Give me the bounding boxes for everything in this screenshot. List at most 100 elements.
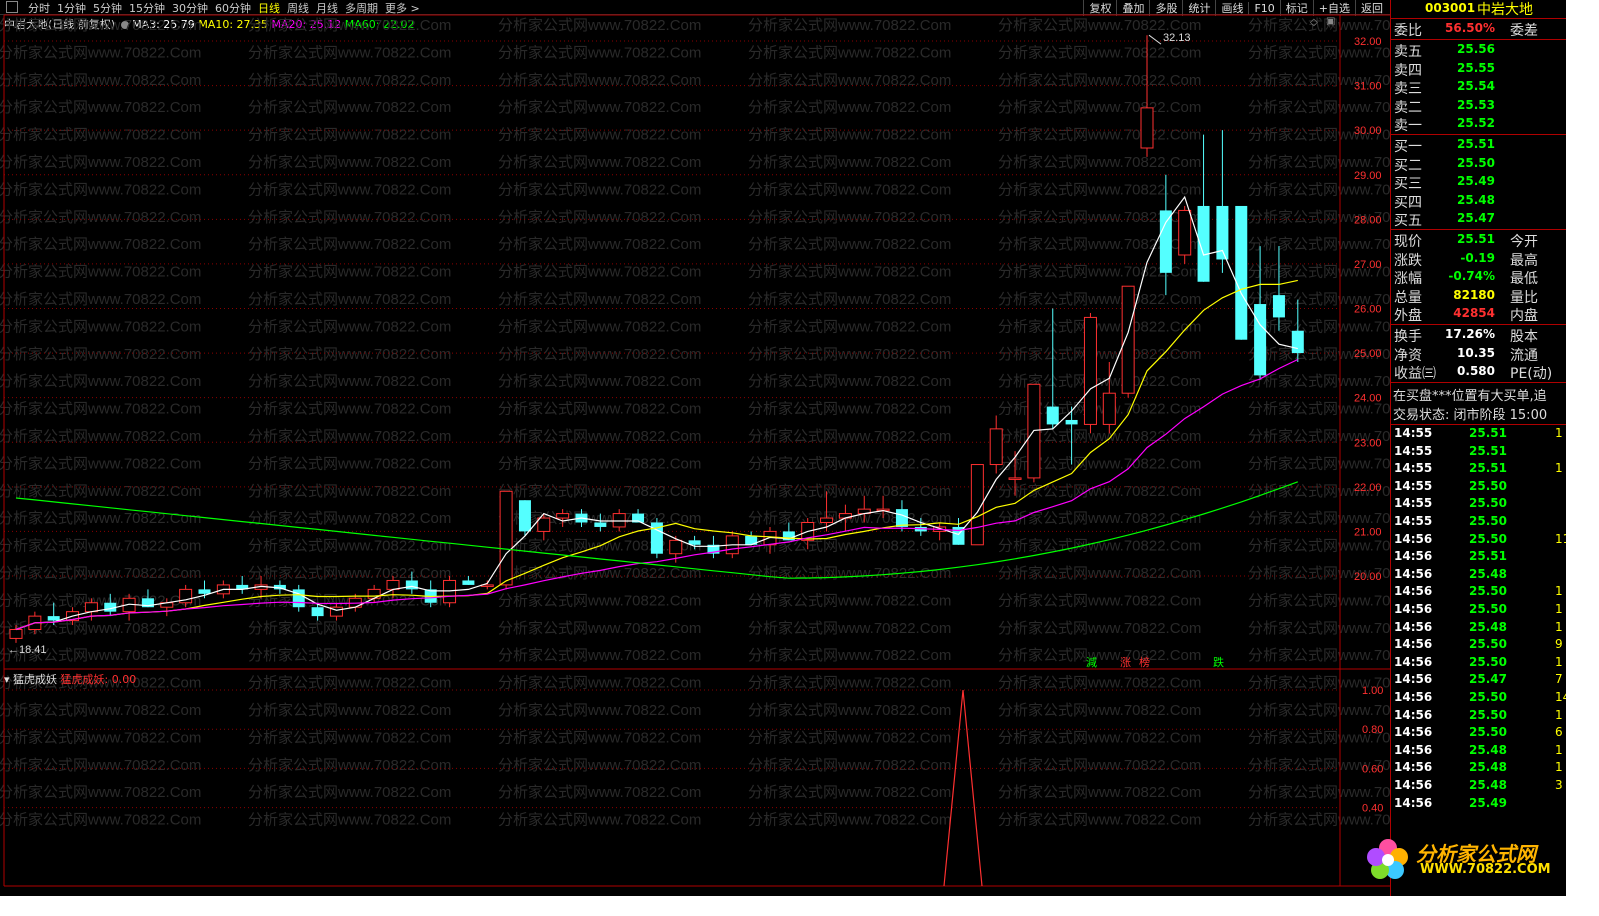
watermark-text: 分析家公式网www.70822.Com — [498, 181, 701, 198]
tick-row: 14:56 25.48 — [1391, 567, 1566, 585]
row-label: 卖四 — [1394, 62, 1422, 79]
watermark-text: 分析家公式网www.70822.Com — [748, 373, 951, 390]
row-value: 25.51 — [1457, 137, 1495, 151]
watermark-text: 分析家公式网www.70822.Com — [0, 373, 201, 390]
tick-time: 14:56 — [1394, 549, 1433, 564]
watermark-text: 分析家公式网www.70822.Com — [498, 565, 701, 582]
stock-name: 中岩大地 — [1477, 2, 1533, 18]
row-label-2: 股本 — [1510, 329, 1538, 345]
price-tick-label: 27.00 — [1354, 259, 1382, 271]
high-price-label: 32.13 — [1163, 32, 1191, 44]
row-label: 净资 — [1394, 347, 1422, 364]
price-tick-label: 26.00 — [1354, 304, 1382, 316]
candle-body — [895, 509, 908, 527]
watermark-text: 分析家公式网www.70822.Com — [248, 702, 451, 719]
watermark-text: 分析家公式网www.70822.Com — [498, 318, 701, 335]
stock-code: 003001 — [1425, 1, 1476, 15]
row-label-2: 今开 — [1510, 234, 1538, 250]
watermark-text: 分析家公式网www.70822.Com — [0, 318, 201, 335]
tick-row: 14:56 25.48 1 — [1391, 760, 1566, 778]
tick-price: 25.50 — [1469, 496, 1507, 511]
row-label-2: 流通 — [1510, 347, 1538, 364]
watermark-text: 分析家公式网www.70822.Com — [498, 127, 701, 144]
collapse-icon[interactable]: ▾ — [4, 673, 10, 686]
row-value: 82180 — [1453, 287, 1495, 302]
watermark-text: 分析家公式网www.70822.Com — [1248, 318, 1390, 335]
watermark-text: 分析家公式网www.70822.Com — [998, 346, 1201, 363]
tick-price: 25.48 — [1469, 619, 1507, 634]
tick-price: 25.51 — [1469, 443, 1507, 458]
row-value: 25.48 — [1457, 192, 1495, 207]
watermark-text: 分析家公式网www.70822.Com — [998, 592, 1201, 609]
tick-volume: 1 — [1555, 584, 1563, 599]
flower-logo-icon — [1367, 839, 1408, 879]
tick-price: 25.50 — [1469, 602, 1507, 616]
candlestick-chart[interactable]: 分析家公式网www.70822.Com 分析家公式网www.70822.Com 分析… — [0, 0, 1390, 896]
price-tick-label: 21.00 — [1354, 526, 1382, 538]
signal-marker: 榜 — [1139, 655, 1150, 669]
indicator-title: ▾ 猛虎成妖 猛虎成妖: 0.00 — [4, 671, 136, 687]
row-label: 涨幅 — [1394, 271, 1422, 288]
tick-volume: 6 — [1555, 725, 1563, 740]
watermark-text: 分析家公式网www.70822.Com — [248, 757, 451, 774]
watermark-text: 分析家公式网www.70822.Com — [498, 784, 701, 801]
candle-body — [9, 629, 23, 639]
tick-time: 14:55 — [1394, 496, 1433, 511]
watermark-text: 分析家公式网www.70822.Com — [1248, 592, 1390, 609]
watermark-text: 分析家公式网www.70822.Com — [0, 483, 201, 500]
row-value: 25.53 — [1457, 97, 1495, 112]
maximize-icon[interactable]: ▣ — [1326, 16, 1335, 27]
watermark-text: 分析家公式网www.70822.Com — [498, 291, 701, 308]
tick-row: 14:55 25.51 1 — [1391, 461, 1566, 479]
watermark-text: 分析家公式网www.70822.Com — [748, 812, 951, 829]
watermark-text: 分析家公式网www.70822.Com — [748, 729, 951, 746]
watermark-text: 分析家公式网www.70822.Com — [248, 483, 451, 500]
watermark-text: 分析家公式网www.70822.Com — [0, 99, 201, 116]
price-tick-label: 23.00 — [1354, 437, 1382, 449]
row-value: 25.52 — [1457, 116, 1495, 131]
watermark-text: 分析家公式网www.70822.Com — [998, 675, 1201, 692]
watermark-text: 分析家公式网www.70822.Com — [0, 455, 201, 472]
tick-row: 14:56 25.50 1 — [1391, 655, 1566, 673]
row-label: 买一 — [1394, 139, 1422, 155]
watermark-text: 分析家公式网www.70822.Com — [1248, 647, 1390, 664]
candle-body — [1102, 392, 1116, 425]
candle-body — [499, 490, 513, 586]
tick-row: 14:56 25.50 1 — [1391, 602, 1566, 620]
tick-time: 14:56 — [1394, 742, 1433, 757]
ask-row: 卖四 25.55 — [1391, 60, 1566, 79]
stat-row: 涨幅 -0.74% 最低 — [1391, 268, 1566, 288]
tick-row: 14:55 25.51 1 — [1391, 426, 1566, 444]
watermark-text: 分析家公式网www.70822.Com — [0, 72, 201, 89]
watermark-text: 分析家公式网www.70822.Com — [1248, 236, 1390, 253]
row-label: 收益㈢ — [1394, 366, 1436, 383]
watermark-text: 分析家公式网www.70822.Com — [998, 72, 1201, 89]
row-label: 涨跌 — [1394, 252, 1422, 269]
candle-body — [556, 513, 570, 519]
row-value: 25.49 — [1457, 174, 1495, 189]
watermark-text: 分析家公式网www.70822.Com — [498, 99, 701, 116]
row-label: 卖一 — [1394, 118, 1422, 135]
restore-icon[interactable]: ◇ — [1310, 17, 1318, 28]
tick-volume: 3 — [1555, 778, 1563, 792]
tick-time: 14:55 — [1394, 514, 1433, 528]
candle-body — [405, 580, 418, 590]
tick-price: 25.51 — [1469, 426, 1507, 440]
watermark-text: 分析家公式网www.70822.Com — [0, 264, 201, 281]
row-value: 10.35 — [1457, 345, 1495, 360]
row-value: -0.19 — [1460, 250, 1495, 265]
tick-price: 25.50 — [1469, 478, 1507, 493]
row-label: 现价 — [1394, 234, 1422, 250]
watermark-text: 分析家公式网www.70822.Com — [498, 455, 701, 472]
tick-row: 14:56 25.48 1 — [1391, 620, 1566, 638]
fundamental-row: 净资 10.35 流通 — [1391, 345, 1566, 364]
watermark-text: 分析家公式网www.70822.Com — [498, 72, 701, 89]
watermark-text: 分析家公式网www.70822.Com — [0, 702, 201, 719]
watermark-text: 分析家公式网www.70822.Com — [998, 318, 1201, 335]
candle-body — [443, 579, 457, 604]
watermark-text: 分析家公式网www.70822.Com — [748, 72, 951, 89]
stock-chart-app: 分时 1分钟 5分钟 15分钟 30分钟 60分钟 日线 周线 月线 多周期 更多 > 复权 叠加 多股… — [0, 0, 1566, 896]
watermark-text: 分析家公式网www.70822.Com — [998, 812, 1201, 829]
tick-volume: 11 — [1555, 531, 1566, 546]
watermark-text: 分析家公式网www.70822.Com — [248, 784, 451, 801]
